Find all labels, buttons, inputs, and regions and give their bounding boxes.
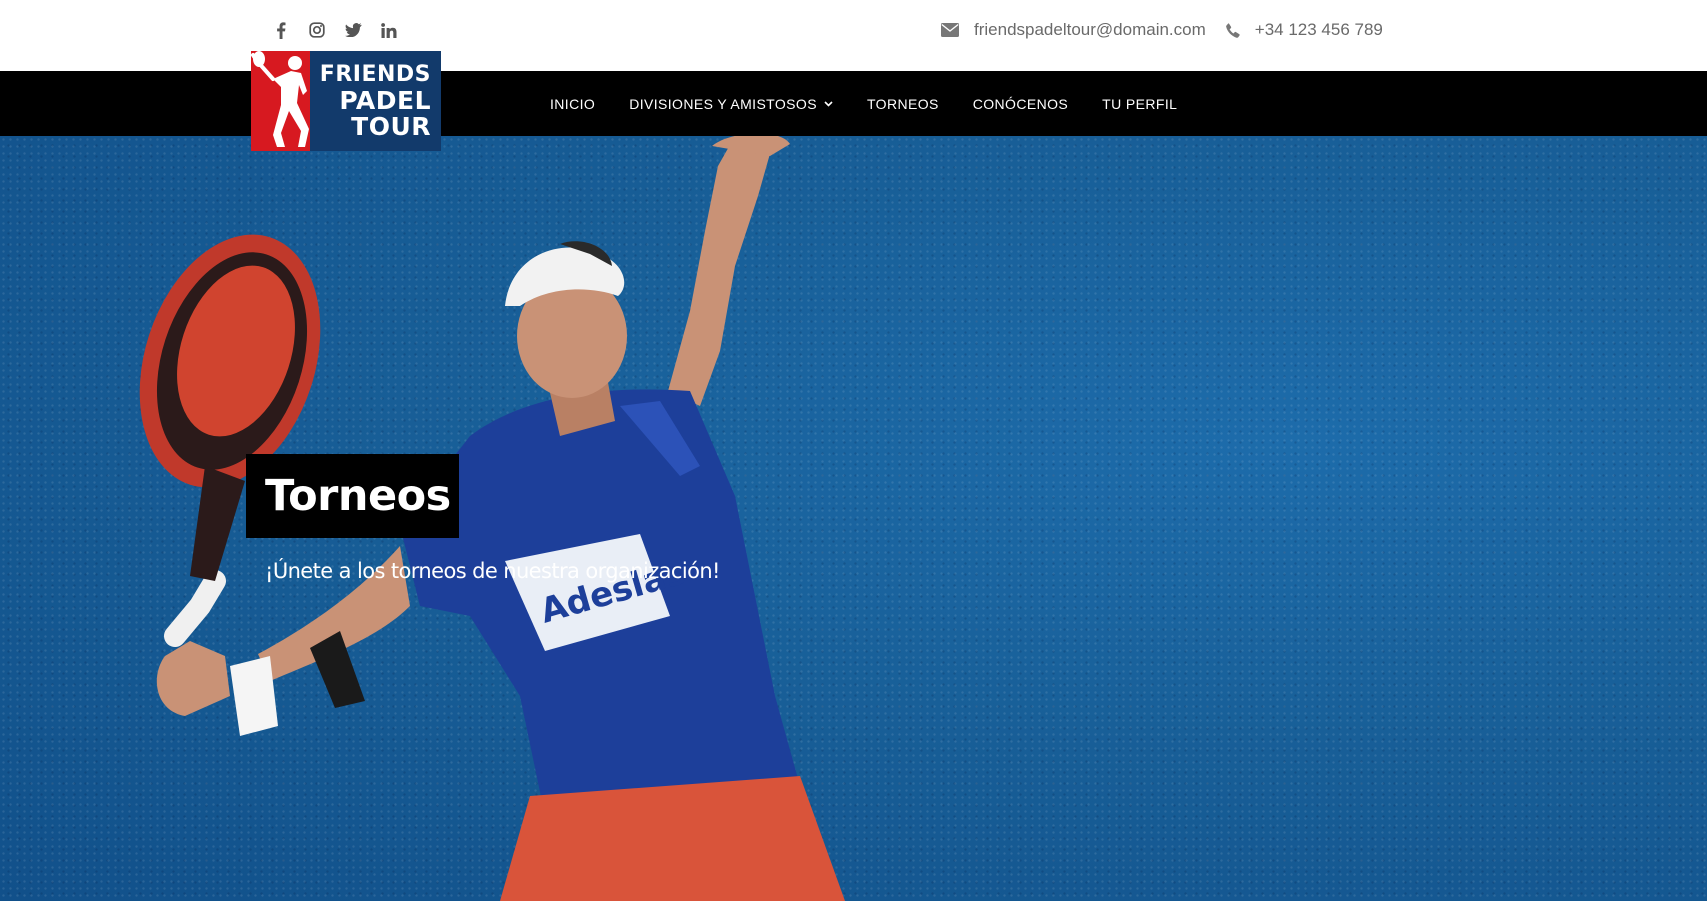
page-title: Torneos: [265, 471, 451, 521]
twitter-icon[interactable]: [344, 19, 362, 41]
linkedin-icon[interactable]: [380, 19, 398, 41]
nav-item-label: TORNEOS: [866, 95, 939, 112]
chevron-down-icon: [824, 100, 833, 107]
social-links: [272, 19, 398, 41]
nav-item-label: CONÓCENOS: [972, 95, 1069, 112]
logo-line-1: FRIENDS: [319, 62, 431, 87]
nav-item-label: DIVISIONES Y AMISTOSOS: [629, 95, 817, 112]
contact-info: friendspadeltour@domain.com +34 123 456 …: [941, 20, 1383, 40]
phone-icon: [1225, 22, 1240, 38]
hero-subtitle: ¡Únete a los torneos de nuestra organiza…: [265, 559, 720, 583]
nav-item-label: TU PERFIL: [1102, 95, 1178, 112]
logo-line-3: TOUR: [351, 112, 431, 141]
envelope-icon: [941, 23, 959, 37]
nav-item-inicio[interactable]: INICIO: [550, 96, 595, 112]
hero-title-box: Torneos: [246, 454, 459, 538]
hero-banner: Adeslas Torneos ¡Únete a los torneos de …: [0, 136, 1707, 901]
phone-link[interactable]: +34 123 456 789: [1255, 20, 1383, 40]
nav-item-tu-perfil[interactable]: TU PERFIL: [1102, 96, 1177, 112]
nav-item-divisiones-y-amistosos[interactable]: DIVISIONES Y AMISTOSOS: [629, 96, 833, 112]
site-logo[interactable]: FRIENDS PADEL TOUR: [251, 51, 441, 151]
nav-item-torneos[interactable]: TORNEOS: [867, 96, 939, 112]
nav-item-label: INICIO: [550, 95, 596, 112]
logo-line-2: PADEL: [339, 86, 431, 115]
logo-player-mark: [251, 51, 310, 151]
instagram-icon[interactable]: [308, 19, 326, 41]
nav-item-conocenos[interactable]: CONÓCENOS: [973, 96, 1068, 112]
logo-wordmark: FRIENDS PADEL TOUR: [310, 51, 441, 151]
email-link[interactable]: friendspadeltour@domain.com: [974, 20, 1206, 40]
nav-menu: INICIO DIVISIONES Y AMISTOSOS TORNEOS CO…: [550, 71, 1211, 136]
facebook-icon[interactable]: [272, 19, 290, 41]
